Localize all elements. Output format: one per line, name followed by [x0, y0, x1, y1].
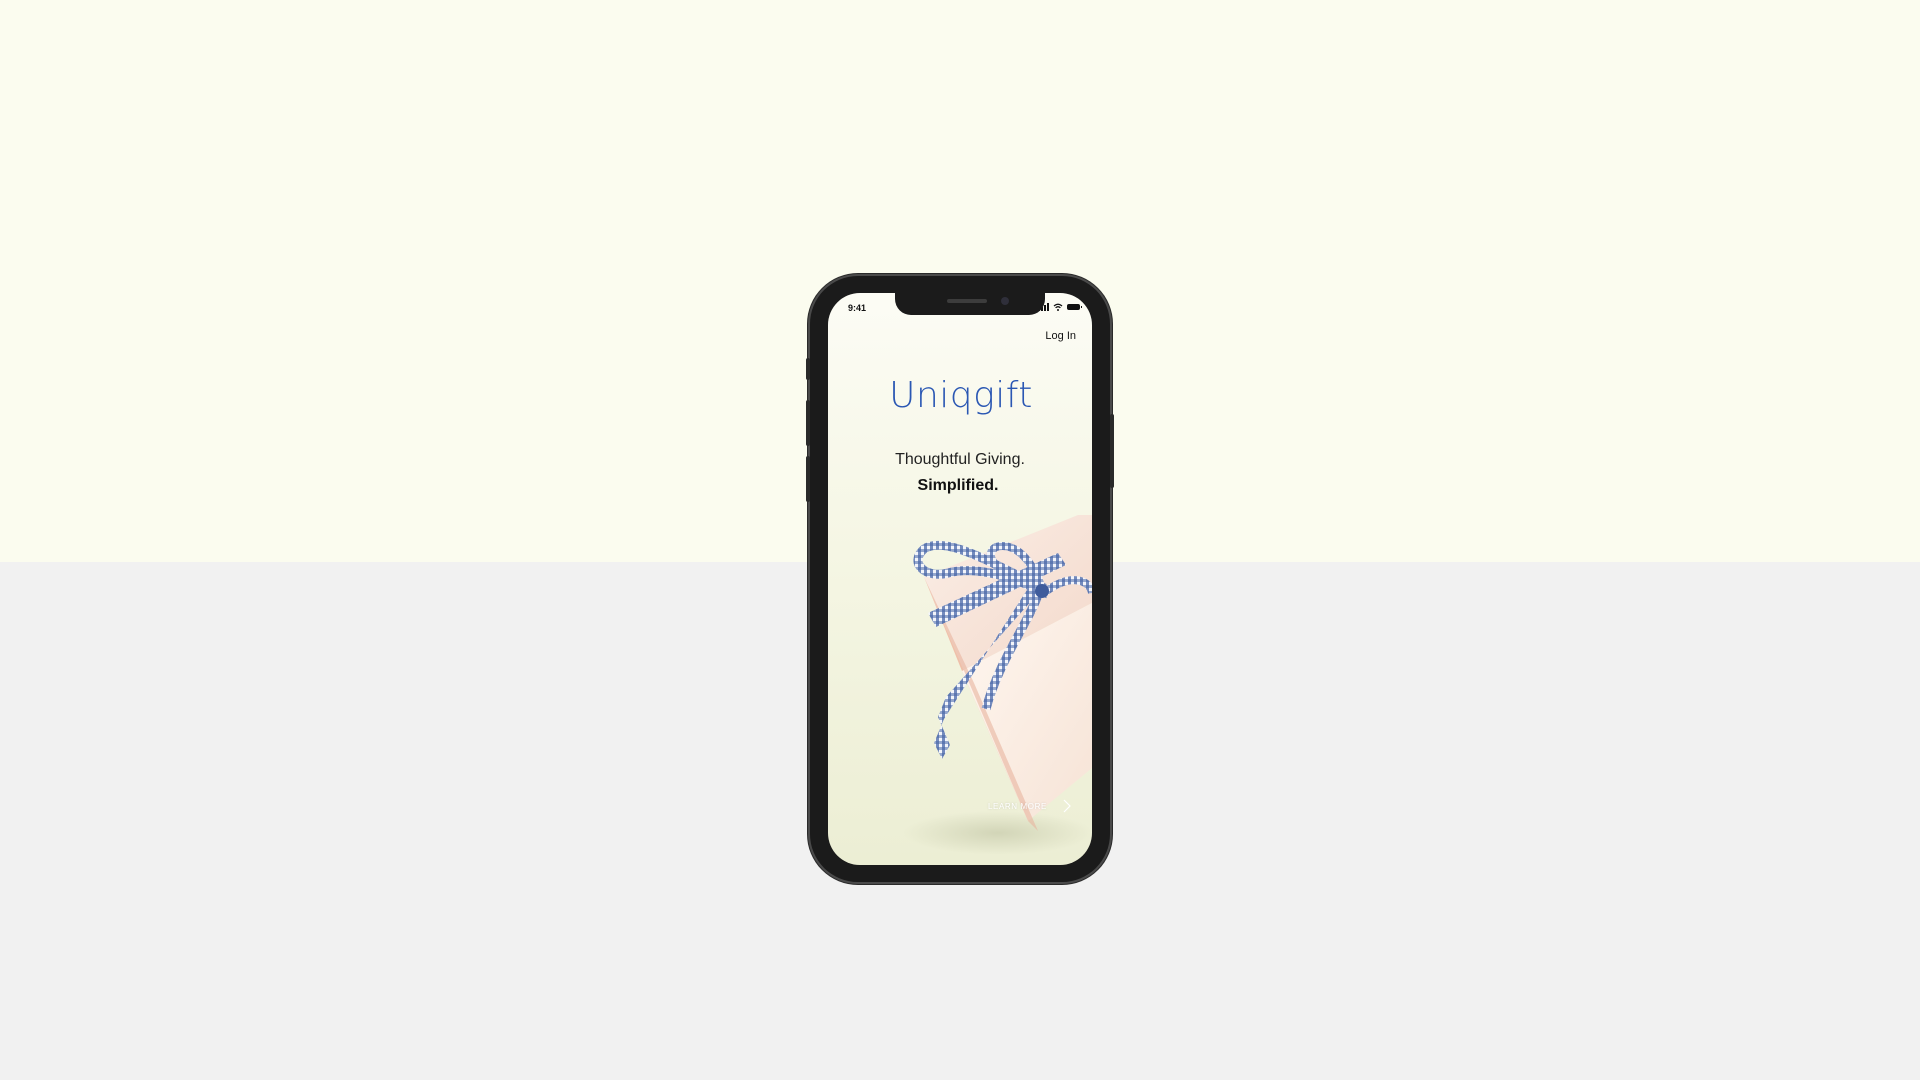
battery-icon — [1067, 304, 1082, 310]
power-button — [1110, 414, 1114, 488]
status-time: 9:41 — [848, 303, 867, 313]
wifi-icon — [1053, 303, 1063, 311]
learn-more-button[interactable]: LEARN MORE — [988, 799, 1071, 813]
volume-up-button — [806, 400, 810, 446]
front-camera — [1001, 297, 1009, 305]
phone-screen: 9:41 Log In Uniqgift Thoughtful Giving. … — [828, 293, 1092, 865]
speaker-grille — [947, 299, 987, 303]
learn-more-label: LEARN MORE — [988, 801, 1047, 811]
chevron-right-icon — [1063, 799, 1071, 813]
login-link[interactable]: Log In — [1045, 330, 1076, 342]
tagline-line-1: Thoughtful Giving. — [895, 451, 1025, 468]
silent-switch — [806, 358, 810, 380]
brand-logo: Uniqgift — [889, 375, 1033, 416]
notch — [895, 293, 1045, 315]
phone-mockup: 9:41 Log In Uniqgift Thoughtful Giving. … — [806, 276, 1114, 882]
volume-down-button — [806, 456, 810, 502]
tagline-line-2: Simplified. — [917, 477, 999, 494]
status-icons — [1038, 303, 1082, 311]
